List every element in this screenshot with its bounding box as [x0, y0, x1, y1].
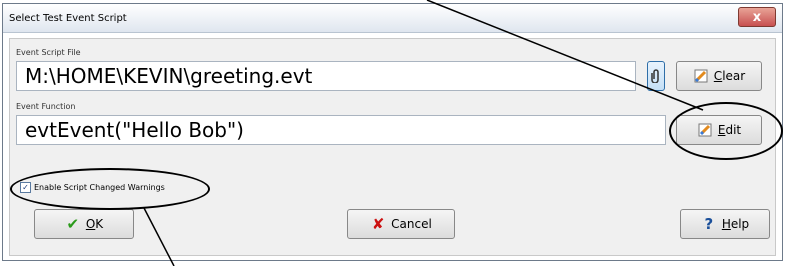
annotation-lines: [143, 0, 704, 266]
edit-callout-line: [426, 0, 704, 111]
checkbox-callout-line: [143, 207, 175, 266]
